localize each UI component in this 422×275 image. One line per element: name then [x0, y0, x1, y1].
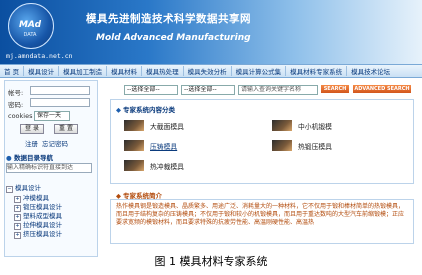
figure-caption: 图 1 模具材料专家系统	[154, 255, 268, 268]
system-item-label: 压铸模具	[150, 142, 178, 151]
logo-text: MAd	[18, 20, 42, 30]
system-item-label: 大截面模具	[150, 122, 184, 131]
nav-forum[interactable]: 模具技术论坛	[347, 66, 394, 76]
expand-icon[interactable]: +	[14, 232, 21, 239]
tree-item-label: 挤压模具设计	[23, 230, 62, 238]
thumbnail-image	[124, 140, 144, 151]
site-title-cn: 模具先进制造技术科学数据共享网	[86, 13, 251, 25]
account-input[interactable]	[30, 86, 90, 95]
nav-formulas[interactable]: 模具计算公式集	[232, 66, 287, 76]
password-label: 密码:	[8, 101, 24, 109]
system-item-label: 热锻压模具	[298, 142, 332, 151]
login-button[interactable]: 登 录	[20, 124, 44, 134]
expert-system-title: ◆ 专家系统内容分类	[116, 104, 175, 114]
reset-button[interactable]: 重 置	[54, 124, 78, 134]
system-item[interactable]: 热锻压模具	[272, 140, 332, 151]
account-label: 帐号:	[8, 89, 24, 97]
nav-heat-treatment[interactable]: 模具热处理	[142, 66, 184, 76]
tree-item[interactable]: + 挤压模具设计	[14, 228, 62, 239]
nav-mold-materials[interactable]: 模具材料	[107, 66, 143, 76]
intro-panel: 热作模具钢是锻造模具、晶质繁多、用途广泛、消耗量大的一种材料，它不仅用于锻和棒材…	[110, 199, 414, 244]
logo-subtext: DATA	[23, 32, 37, 38]
nav-mold-manufacturing[interactable]: 模具加工制造	[59, 66, 108, 76]
system-item[interactable]: 热冲裁模具	[124, 160, 184, 171]
directory-icon: ●	[6, 154, 12, 162]
site-url: mj.amndata.net.cn	[6, 52, 73, 60]
directory-title-text: 数据目录导航	[13, 154, 53, 162]
system-item[interactable]: 压铸模具	[124, 140, 177, 151]
intro-text: 热作模具钢是锻造模具、晶质繁多、用途广泛、消耗量大的一种材料，它不仅用于锻和棒材…	[116, 203, 405, 226]
thumbnail-image	[124, 160, 144, 171]
thumbnail-image	[124, 120, 144, 131]
forgot-password-link[interactable]: 忘记密码	[42, 138, 68, 148]
password-input[interactable]	[30, 98, 90, 107]
bullet-icon: ◆	[116, 106, 121, 114]
tree-root-label: 模具设计	[15, 184, 41, 192]
site-title-en: Mold Advanced Manufacturing	[96, 33, 251, 43]
main-nav: 首 页 模具设计 模具加工制造 模具材料 模具热处理 模具失效分析 模具计算公式…	[0, 64, 422, 78]
directory-title: ● 数据目录导航	[6, 152, 53, 162]
directory-search-input[interactable]: 输入精确标识符直接到达	[6, 163, 92, 173]
keyword-input[interactable]: 请输入查询关键字名称	[238, 85, 318, 95]
system-item-label: 热冲裁模具	[150, 162, 184, 171]
thumbnail-image	[272, 140, 292, 151]
collapse-icon[interactable]: −	[6, 186, 13, 193]
nav-home[interactable]: 首 页	[0, 66, 25, 76]
cookies-label: cookies	[8, 112, 33, 120]
cookies-select-value: 保存一天	[37, 112, 62, 119]
search-button[interactable]: SEARCH	[321, 85, 349, 93]
nav-expert-system[interactable]: 模具材料专家系统	[286, 66, 348, 76]
advanced-search-button[interactable]: ADVANCED SEARCH	[353, 85, 411, 93]
thumbnail-image	[272, 120, 292, 131]
expert-system-title-text: 专家系统内容分类	[123, 106, 175, 114]
system-item[interactable]: 大截面模具	[124, 120, 184, 131]
system-item[interactable]: 中小机锻模	[272, 120, 332, 131]
register-link[interactable]: 注册	[25, 138, 38, 148]
category-select-2[interactable]: --选择全部--	[181, 85, 235, 95]
cookies-select[interactable]: 保存一天	[34, 111, 70, 121]
nav-mold-design[interactable]: 模具设计	[24, 66, 60, 76]
category-select-1[interactable]: --选择全部--	[124, 85, 178, 95]
nav-failure-analysis[interactable]: 模具失效分析	[184, 66, 232, 76]
system-item-label: 中小机锻模	[298, 122, 332, 131]
